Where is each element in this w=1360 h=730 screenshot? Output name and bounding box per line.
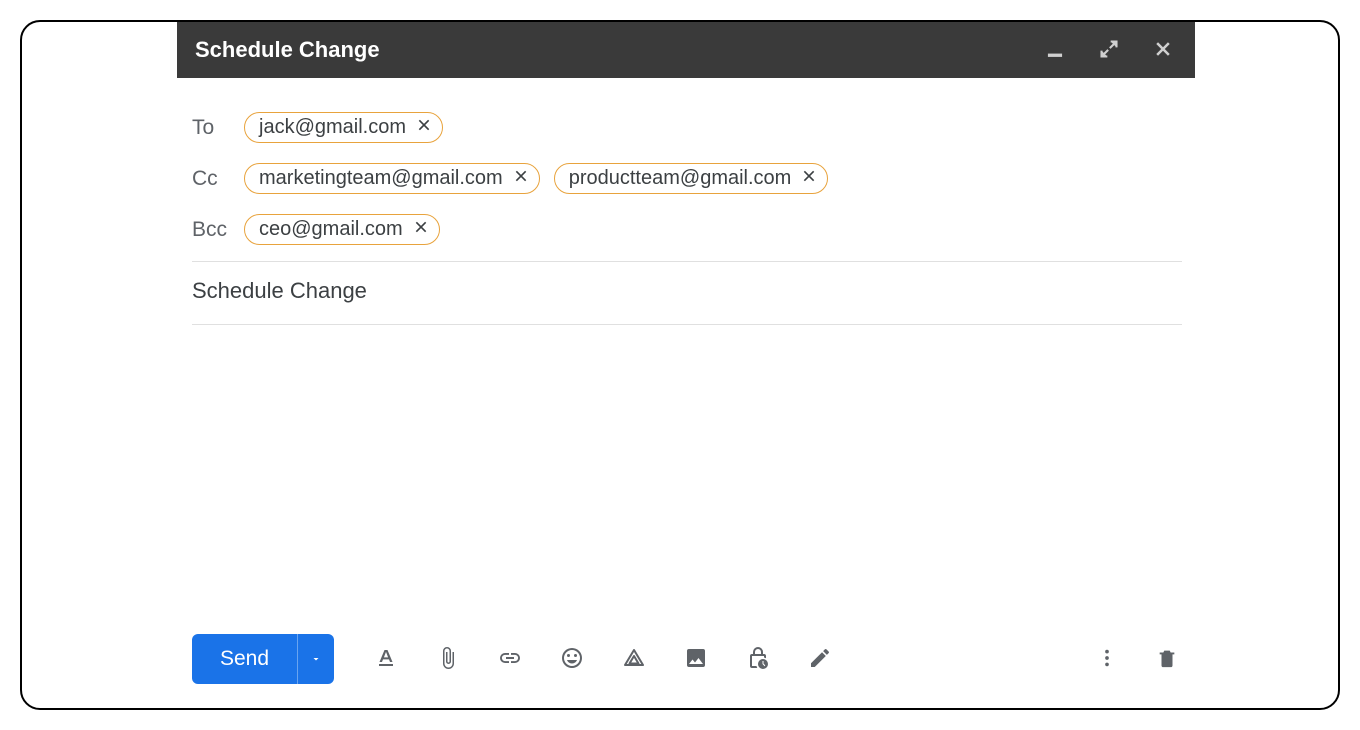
- send-options-button[interactable]: [297, 634, 334, 684]
- emoji-icon: [560, 646, 584, 670]
- formatting-button[interactable]: [370, 642, 402, 677]
- close-icon: [1153, 39, 1173, 59]
- chip-remove[interactable]: [801, 167, 817, 190]
- image-icon: [684, 646, 708, 670]
- x-icon: [416, 117, 432, 133]
- chip-remove[interactable]: [513, 167, 529, 190]
- send-group: Send: [192, 634, 334, 684]
- more-options-button[interactable]: [1092, 643, 1122, 676]
- chip-remove[interactable]: [416, 116, 432, 139]
- minimize-button[interactable]: [1041, 35, 1069, 66]
- recipient-chip[interactable]: jack@gmail.com: [244, 112, 443, 143]
- minimize-icon: [1045, 39, 1065, 59]
- recipient-chip[interactable]: productteam@gmail.com: [554, 163, 829, 194]
- cc-label: Cc: [192, 167, 230, 191]
- format-icons: [370, 642, 836, 677]
- close-button[interactable]: [1149, 35, 1177, 66]
- chip-email: productteam@gmail.com: [569, 167, 792, 190]
- compose-title: Schedule Change: [195, 37, 1041, 63]
- lock-clock-icon: [746, 646, 770, 670]
- pen-icon: [808, 646, 832, 670]
- divider: [192, 324, 1182, 325]
- compose-window: Schedule Change To jack@gmail.com Cc ma: [20, 20, 1340, 710]
- bcc-field-row[interactable]: Bcc ceo@gmail.com: [192, 204, 1182, 255]
- expand-icon: [1099, 39, 1119, 59]
- chip-email: ceo@gmail.com: [259, 218, 403, 241]
- insert-link-button[interactable]: [494, 642, 526, 677]
- compose-header: Schedule Change: [177, 22, 1195, 78]
- to-label: To: [192, 116, 230, 140]
- send-button[interactable]: Send: [192, 634, 297, 684]
- trash-icon: [1156, 647, 1178, 669]
- paperclip-icon: [436, 646, 460, 670]
- chip-remove[interactable]: [413, 218, 429, 241]
- x-icon: [513, 168, 529, 184]
- bcc-label: Bcc: [192, 218, 230, 242]
- compose-toolbar: Send: [192, 634, 1182, 684]
- subject-input[interactable]: Schedule Change: [192, 278, 1182, 304]
- chip-email: marketingteam@gmail.com: [259, 167, 503, 190]
- link-icon: [498, 646, 522, 670]
- recipient-chip[interactable]: ceo@gmail.com: [244, 214, 440, 245]
- toolbar-right: [1092, 643, 1182, 676]
- subject-row[interactable]: Schedule Change: [192, 262, 1182, 318]
- chip-email: jack@gmail.com: [259, 116, 406, 139]
- recipient-chip[interactable]: marketingteam@gmail.com: [244, 163, 540, 194]
- more-vert-icon: [1096, 647, 1118, 669]
- discard-button[interactable]: [1152, 643, 1182, 676]
- drive-button[interactable]: [618, 642, 650, 677]
- header-controls: [1041, 35, 1177, 66]
- attach-button[interactable]: [432, 642, 464, 677]
- emoji-button[interactable]: [556, 642, 588, 677]
- compose-body: To jack@gmail.com Cc marketingteam@gmail…: [192, 102, 1182, 325]
- x-icon: [801, 168, 817, 184]
- confidential-button[interactable]: [742, 642, 774, 677]
- text-format-icon: [374, 646, 398, 670]
- fullscreen-button[interactable]: [1095, 35, 1123, 66]
- insert-image-button[interactable]: [680, 642, 712, 677]
- signature-button[interactable]: [804, 642, 836, 677]
- x-icon: [413, 219, 429, 235]
- caret-down-icon: [310, 653, 322, 665]
- cc-field-row[interactable]: Cc marketingteam@gmail.com productteam@g…: [192, 153, 1182, 204]
- to-field-row[interactable]: To jack@gmail.com: [192, 102, 1182, 153]
- drive-icon: [622, 646, 646, 670]
